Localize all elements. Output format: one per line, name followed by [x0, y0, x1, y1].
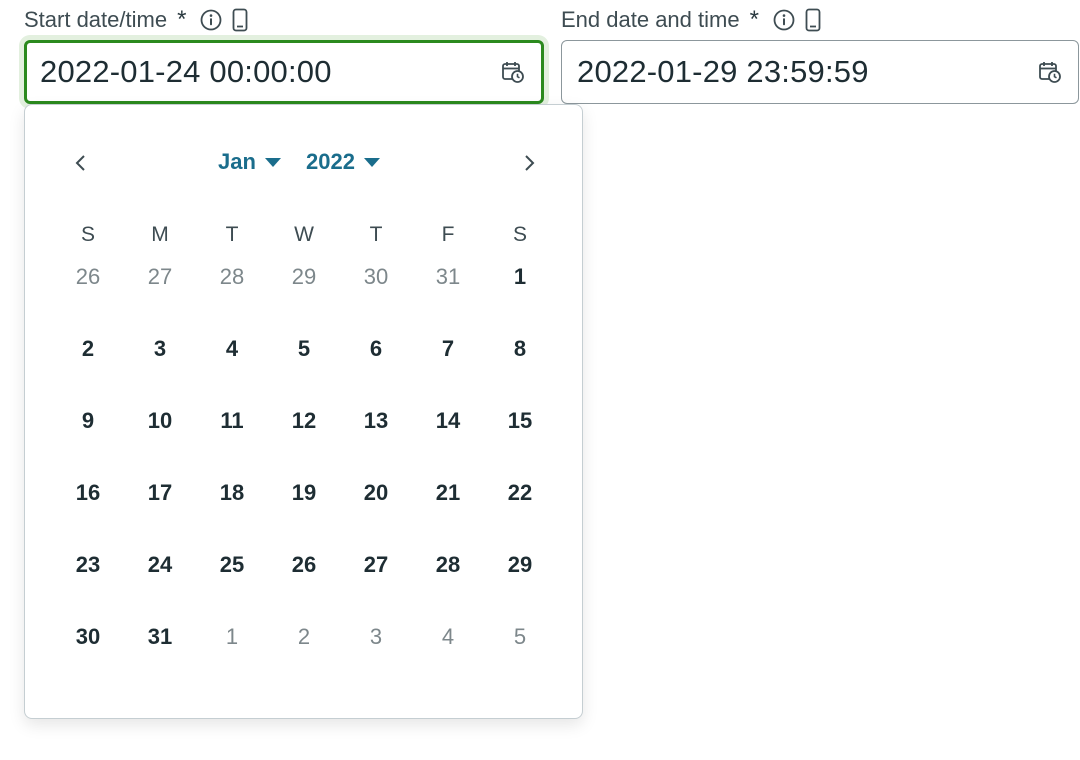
calendar-day[interactable]: 19: [268, 457, 340, 529]
calendar-day[interactable]: 12: [268, 385, 340, 457]
month-value[interactable]: Jan: [218, 149, 256, 175]
calendar-day[interactable]: 21: [412, 457, 484, 529]
chevron-left-icon[interactable]: [67, 149, 95, 177]
calendar-day[interactable]: 10: [124, 385, 196, 457]
mobile-device-icon: [805, 8, 821, 32]
end-date-input[interactable]: 2022-01-29 23:59:59: [561, 40, 1079, 104]
calendar-day-outside-month[interactable]: 27: [124, 241, 196, 313]
start-date-value[interactable]: 2022-01-24 00:00:00: [40, 54, 332, 90]
calendar-day-outside-month[interactable]: 26: [52, 241, 124, 313]
calendar-day[interactable]: 8: [484, 313, 556, 385]
calendar-day[interactable]: 15: [484, 385, 556, 457]
end-date-label: End date and time: [561, 7, 740, 32]
calendar-day[interactable]: 6: [340, 313, 412, 385]
calendar-day[interactable]: 1: [484, 241, 556, 313]
calendar-clock-icon[interactable]: [501, 60, 525, 84]
calendar-day[interactable]: 14: [412, 385, 484, 457]
required-asterisk: *: [177, 6, 187, 33]
calendar-day-outside-month[interactable]: 4: [412, 601, 484, 673]
calendar-day[interactable]: 26: [268, 529, 340, 601]
calendar-day[interactable]: 2: [52, 313, 124, 385]
calendar-day[interactable]: 5: [268, 313, 340, 385]
year-value[interactable]: 2022: [306, 149, 355, 175]
info-icon[interactable]: [773, 9, 795, 31]
start-date-input[interactable]: 2022-01-24 00:00:00: [24, 40, 544, 104]
year-select[interactable]: 2022: [306, 145, 381, 179]
end-date-label-row: End date and time *: [561, 4, 821, 36]
calendar-day-outside-month[interactable]: 5: [484, 601, 556, 673]
calendar-day[interactable]: 29: [484, 529, 556, 601]
calendar-day[interactable]: 24: [124, 529, 196, 601]
mobile-device-icon: [232, 8, 248, 32]
calendar-day[interactable]: 3: [124, 313, 196, 385]
calendar-day-outside-month[interactable]: 29: [268, 241, 340, 313]
calendar-day[interactable]: 31: [124, 601, 196, 673]
calendar-day[interactable]: 20: [340, 457, 412, 529]
calendar-day[interactable]: 28: [412, 529, 484, 601]
calendar-clock-icon[interactable]: [1038, 60, 1062, 84]
calendar-day[interactable]: 22: [484, 457, 556, 529]
calendar-day[interactable]: 13: [340, 385, 412, 457]
calendar-day[interactable]: 4: [196, 313, 268, 385]
calendar-day[interactable]: 16: [52, 457, 124, 529]
caret-down-icon[interactable]: [363, 156, 381, 168]
start-date-label: Start date/time: [24, 7, 168, 32]
end-date-value[interactable]: 2022-01-29 23:59:59: [577, 54, 869, 90]
calendar-popup: Jan 2022 S M T W T F S 26 27 28 29 30 31 1 2 3 4 5 6 7 8 9 10 1…: [24, 104, 583, 719]
chevron-right-icon[interactable]: [515, 149, 543, 177]
calendar-day[interactable]: 30: [52, 601, 124, 673]
calendar-day[interactable]: 27: [340, 529, 412, 601]
calendar-day-outside-month[interactable]: 30: [340, 241, 412, 313]
calendar-day-outside-month[interactable]: 2: [268, 601, 340, 673]
caret-down-icon[interactable]: [264, 156, 282, 168]
month-select[interactable]: Jan: [218, 145, 282, 179]
calendar-day[interactable]: 23: [52, 529, 124, 601]
calendar-day-outside-month[interactable]: 31: [412, 241, 484, 313]
calendar-day[interactable]: 7: [412, 313, 484, 385]
calendar-day[interactable]: 9: [52, 385, 124, 457]
start-date-label-row: Start date/time *: [24, 4, 248, 36]
calendar-day-outside-month[interactable]: 28: [196, 241, 268, 313]
calendar-day-outside-month[interactable]: 3: [340, 601, 412, 673]
required-asterisk: *: [749, 6, 759, 33]
info-icon[interactable]: [200, 9, 222, 31]
calendar-day[interactable]: 25: [196, 529, 268, 601]
calendar-day[interactable]: 11: [196, 385, 268, 457]
calendar-day[interactable]: 18: [196, 457, 268, 529]
calendar-day-outside-month[interactable]: 1: [196, 601, 268, 673]
calendar-day[interactable]: 17: [124, 457, 196, 529]
